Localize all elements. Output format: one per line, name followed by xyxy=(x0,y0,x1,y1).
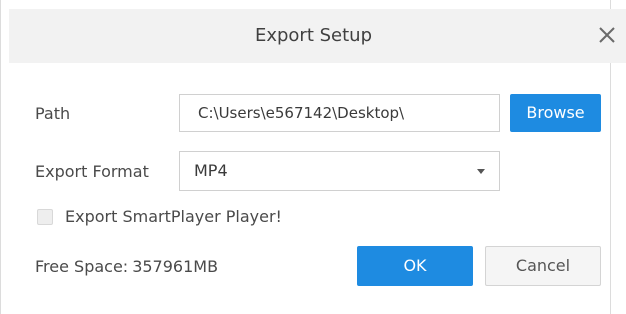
dialog-title: Export Setup xyxy=(254,25,373,46)
cancel-button[interactable]: Cancel xyxy=(485,246,601,286)
export-player-checkbox[interactable] xyxy=(37,209,53,225)
chevron-down-icon xyxy=(477,169,485,174)
export-player-label: Export SmartPlayer Player! xyxy=(65,207,282,226)
free-space-readout: Free Space: 357961MB xyxy=(35,257,218,276)
close-icon[interactable] xyxy=(594,22,620,48)
path-label: Path xyxy=(35,104,71,123)
export-format-value: MP4 xyxy=(194,161,228,180)
free-space-label: Free Space: xyxy=(35,257,129,276)
export-format-select[interactable]: MP4 xyxy=(179,151,500,191)
ok-button[interactable]: OK xyxy=(357,246,473,286)
path-input[interactable] xyxy=(179,94,500,132)
browse-button[interactable]: Browse xyxy=(510,94,601,132)
export-format-label: Export Format xyxy=(35,162,149,181)
free-space-value: 357961MB xyxy=(132,257,219,276)
dialog-titlebar: Export Setup xyxy=(9,9,626,63)
